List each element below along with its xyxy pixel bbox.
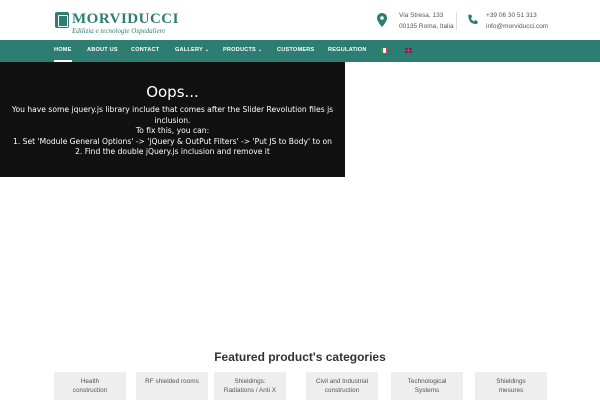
site-logo[interactable]: MORVIDUCCI Edilizia e tecnologie Ospedal… bbox=[55, 12, 179, 36]
nav-label: PRODUCTS bbox=[223, 47, 256, 53]
nav-item-regulation[interactable]: REGULATION bbox=[328, 40, 367, 62]
category-card-health-construction[interactable]: Health construction bbox=[54, 372, 126, 400]
logo-tagline: Edilizia e tecnologie Ospedaliere bbox=[72, 27, 166, 35]
map-pin-icon bbox=[377, 13, 387, 27]
phone-block: +39 06 30 51 313 info@morviducci.com bbox=[467, 10, 548, 32]
phone-number[interactable]: +39 06 30 51 313 bbox=[486, 10, 548, 21]
nav-item-contact[interactable]: CONTACT bbox=[131, 40, 159, 62]
nav-item-customers[interactable]: CUSTOMERS bbox=[277, 40, 314, 62]
chevron-down-icon: ⌄ bbox=[258, 47, 263, 53]
category-label: RF shielded rooms bbox=[145, 378, 199, 385]
error-line: 1. Set 'Module General Options' -> 'jQue… bbox=[13, 136, 332, 146]
nav-label: ABOUT US bbox=[87, 47, 118, 53]
main-nav: HOME ABOUT US CONTACT GALLERY ⌄ PRODUCTS ⌄… bbox=[0, 40, 600, 62]
nav-label: CUSTOMERS bbox=[277, 47, 315, 53]
category-label: Shieldings: Radiations / Anti X bbox=[223, 378, 277, 394]
logo-text: MORVIDUCCI Edilizia e tecnologie Ospedal… bbox=[72, 12, 179, 36]
email-link[interactable]: info@morviducci.com bbox=[486, 21, 548, 32]
chevron-down-icon: ⌄ bbox=[204, 47, 210, 53]
error-title: Oops... bbox=[146, 83, 199, 101]
uk-flag-icon[interactable] bbox=[405, 48, 412, 53]
category-card-shieldings-mesures[interactable]: Shieldings mesures bbox=[475, 372, 547, 400]
nav-item-home[interactable]: HOME bbox=[54, 40, 72, 62]
page: MORVIDUCCI Edilizia e tecnologie Ospedal… bbox=[0, 0, 600, 400]
address-line-1: Via Stresa, 133 bbox=[399, 12, 444, 19]
logo-mark-icon bbox=[55, 12, 69, 28]
nav-label: REGULATION bbox=[328, 47, 367, 53]
nav-label: GALLERY bbox=[175, 47, 203, 53]
phone-icon bbox=[468, 14, 478, 24]
error-line: To fix this, you can: bbox=[135, 126, 210, 136]
nav-label: HOME bbox=[54, 47, 72, 53]
address-line-2: 00135 Roma, Italia bbox=[399, 23, 454, 30]
error-line: inclusion. bbox=[154, 115, 191, 125]
nav-item-products[interactable]: PRODUCTS ⌄ bbox=[223, 40, 262, 62]
top-header: MORVIDUCCI Edilizia e tecnologie Ospedal… bbox=[0, 0, 600, 40]
category-card-rf-shielded-rooms[interactable]: RF shielded rooms bbox=[136, 372, 208, 400]
error-line: You have some jquery.js library include … bbox=[11, 105, 334, 114]
category-label: Health construction bbox=[72, 378, 108, 394]
error-message: You have some jquery.js library include … bbox=[0, 105, 345, 158]
error-line: 2. Find the double jQuery.js inclusion a… bbox=[75, 147, 270, 157]
header-divider bbox=[456, 12, 457, 30]
address-block: Via Stresa, 133 00135 Roma, Italia bbox=[377, 10, 454, 32]
category-card-technological-systems[interactable]: Technological Systems bbox=[391, 372, 463, 400]
italy-flag-icon[interactable] bbox=[381, 48, 388, 53]
category-label: Technological Systems bbox=[407, 378, 447, 394]
category-card-radiation-shieldings[interactable]: Shieldings: Radiations / Anti X bbox=[214, 372, 286, 400]
category-label: Civil and Industrial construction bbox=[315, 378, 369, 394]
category-label: Shieldings mesures bbox=[496, 378, 526, 394]
nav-item-gallery[interactable]: GALLERY ⌄ bbox=[175, 40, 209, 62]
logo-name: MORVIDUCCI bbox=[72, 11, 179, 27]
featured-categories-heading: Featured product's categories bbox=[214, 350, 386, 364]
slider-error-box: Oops... You have some jquery.js library … bbox=[0, 62, 345, 177]
nav-label: CONTACT bbox=[131, 47, 160, 53]
nav-item-about-us[interactable]: ABOUT US bbox=[87, 40, 118, 62]
category-card-civil-industrial[interactable]: Civil and Industrial construction bbox=[306, 372, 378, 400]
